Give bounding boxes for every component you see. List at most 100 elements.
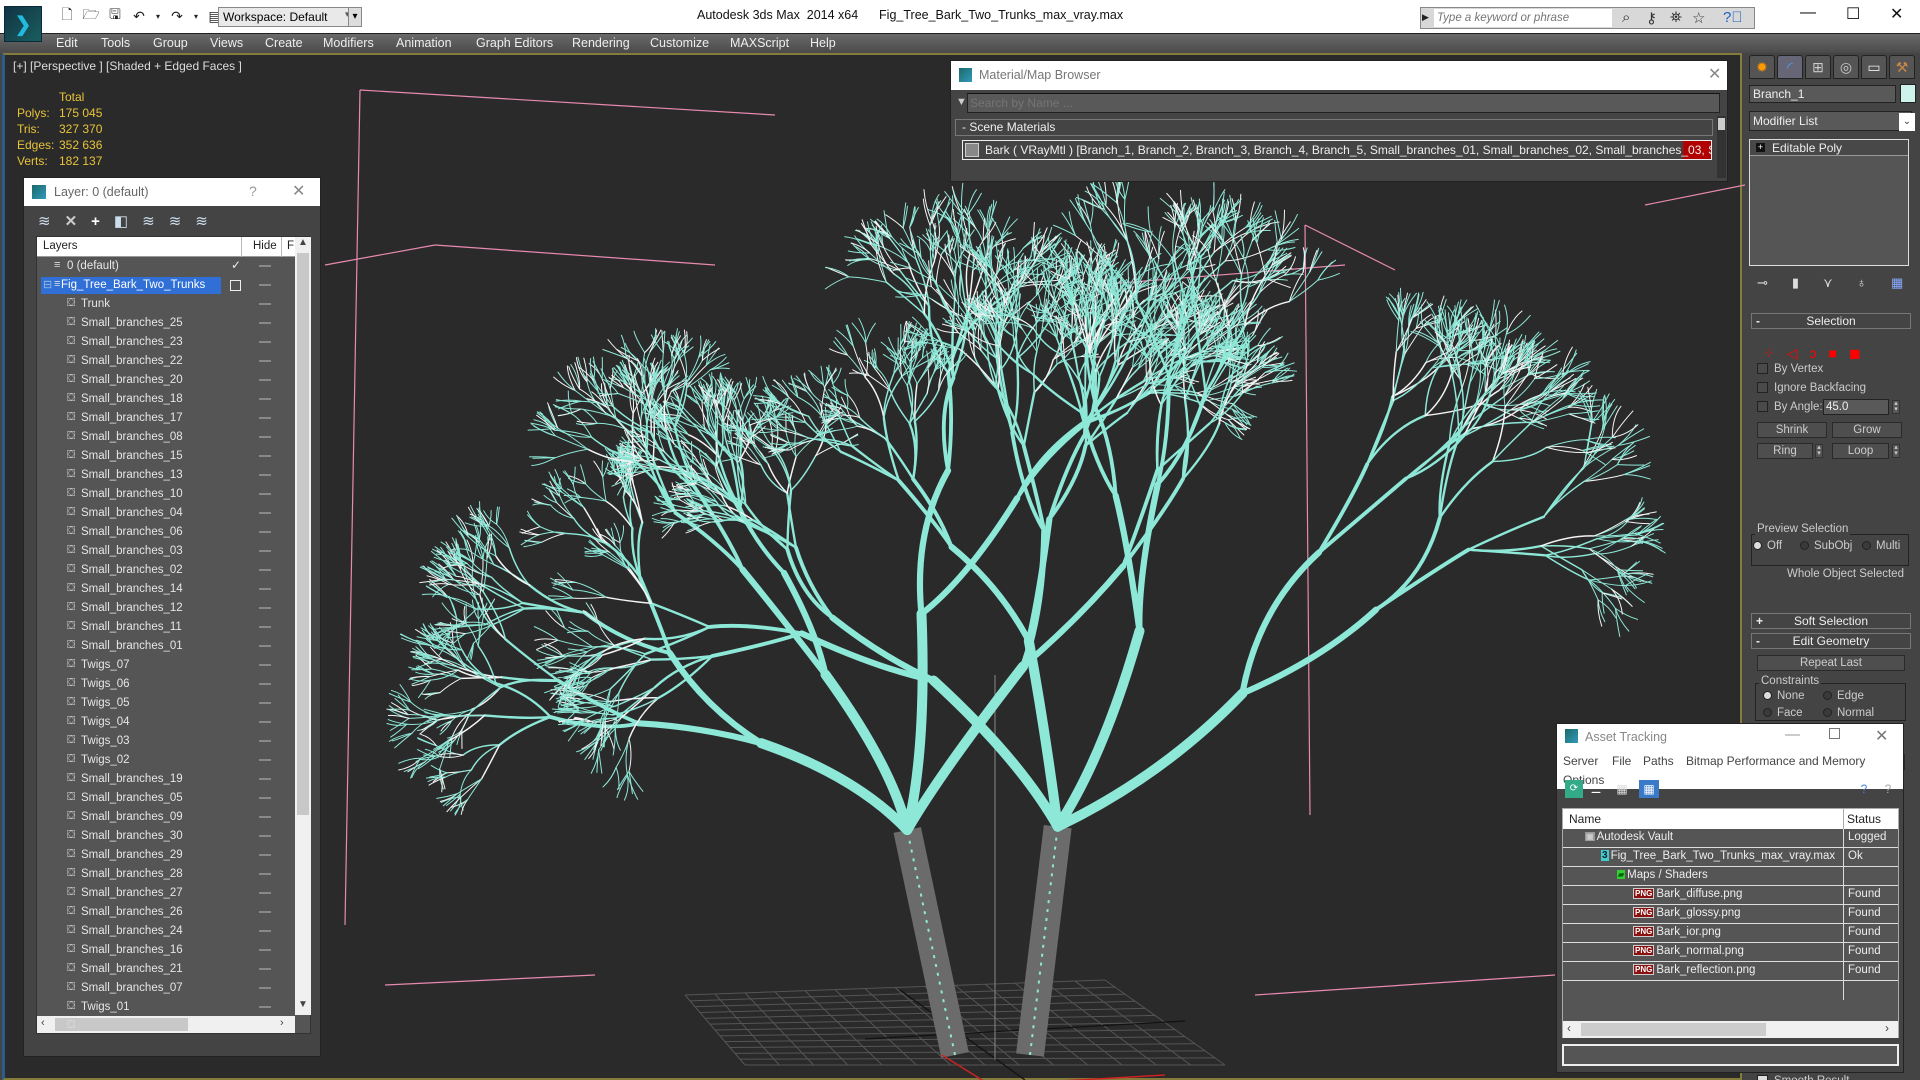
- scroll-right-icon[interactable]: ›: [1885, 1021, 1889, 1035]
- hide-toggle[interactable]: [259, 284, 271, 286]
- by-angle-checkbox[interactable]: By Angle:: [1757, 401, 1823, 413]
- hide-toggle[interactable]: [259, 873, 271, 875]
- remove-modifier-icon[interactable]: ♁: [1857, 275, 1867, 291]
- asset-row[interactable]: ▣ Autodesk Vault Logged: [1563, 829, 1898, 848]
- vertical-scrollbar[interactable]: [1717, 116, 1726, 178]
- customize-toolbar-dropdown[interactable]: ▾: [348, 7, 362, 27]
- hide-toggle[interactable]: [259, 721, 271, 723]
- menu-rendering[interactable]: Rendering: [572, 36, 630, 50]
- layer-object-row[interactable]: ⛋ Small_branches_18: [37, 390, 295, 409]
- column-header-hide[interactable]: Hide: [253, 240, 277, 252]
- scene-materials-group[interactable]: - Scene Materials: [955, 119, 1713, 136]
- object-name-field[interactable]: Branch_1: [1749, 85, 1896, 103]
- hide-toggle[interactable]: [259, 778, 271, 780]
- layer-object-row[interactable]: ⛋ Small_branches_29: [37, 846, 295, 865]
- create-layer-icon[interactable]: ≋: [38, 212, 51, 230]
- maximize-button[interactable]: ☐: [1846, 4, 1860, 24]
- layer-object-row[interactable]: ⛋ Small_branches_11: [37, 618, 295, 637]
- hide-toggle[interactable]: [259, 569, 271, 571]
- scroll-left-icon[interactable]: ‹: [41, 1017, 45, 1029]
- save-icon[interactable]: 🖫: [106, 6, 124, 25]
- layer-object-row[interactable]: ⛋ Small_branches_12: [37, 599, 295, 618]
- layer-panel-titlebar[interactable]: Layer: 0 (default) ? ✕: [24, 178, 320, 206]
- display-tab-icon[interactable]: ▭: [1861, 55, 1887, 79]
- layer-object-row[interactable]: ⛋ Small_branches_20: [37, 371, 295, 390]
- asset-row[interactable]: PNG Bark_normal.png Found: [1563, 943, 1898, 962]
- hide-toggle[interactable]: [259, 987, 271, 989]
- hide-toggle[interactable]: [259, 968, 271, 970]
- menu-edit[interactable]: Edit: [56, 36, 78, 50]
- loop-button[interactable]: Loop: [1832, 443, 1889, 459]
- keyword-search-input[interactable]: [1434, 9, 1612, 27]
- hide-toggle[interactable]: [259, 949, 271, 951]
- layer-object-row[interactable]: ⛋ Small_branches_26: [37, 903, 295, 922]
- menu-bitmap-performance[interactable]: Bitmap Performance and Memory: [1686, 754, 1865, 768]
- material-entry-bark[interactable]: Bark ( VRayMtl ) [Branch_1, Branch_2, Br…: [962, 140, 1712, 160]
- minimize-button[interactable]: —: [1785, 726, 1800, 743]
- menu-views[interactable]: Views: [210, 36, 243, 50]
- hide-toggle[interactable]: [259, 588, 271, 590]
- asset-row[interactable]: PNG Bark_ior.png Found: [1563, 924, 1898, 943]
- scroll-left-icon[interactable]: ‹: [1567, 1021, 1571, 1035]
- constraint-none-radio[interactable]: None: [1763, 690, 1805, 702]
- workspace-select[interactable]: Workspace: Default: [218, 7, 358, 27]
- tree-view-icon[interactable]: ▦: [1613, 780, 1631, 798]
- hide-toggle[interactable]: [259, 816, 271, 818]
- repeat-last-button[interactable]: Repeat Last: [1757, 655, 1905, 671]
- asset-row[interactable]: 3 Fig_Tree_Bark_Two_Trunks_max_vray.max Ok: [1563, 848, 1898, 867]
- layer-object-row[interactable]: ⛋ Twigs_02: [37, 751, 295, 770]
- layer-object-row[interactable]: ⛋ Small_branches_06: [37, 523, 295, 542]
- expand-icon[interactable]: +: [1756, 143, 1765, 152]
- object-color-swatch[interactable]: [1900, 84, 1916, 103]
- layer-object-row[interactable]: ⛋ Small_branches_02: [37, 561, 295, 580]
- layer-object-row[interactable]: ⛋ Small_branches_22: [37, 352, 295, 371]
- hide-toggle[interactable]: [259, 265, 271, 267]
- by-vertex-checkbox[interactable]: By Vertex: [1757, 363, 1823, 375]
- hide-toggle[interactable]: [259, 683, 271, 685]
- hide-toggle[interactable]: [259, 550, 271, 552]
- set-current-layer-toggle[interactable]: [230, 280, 241, 291]
- hide-toggle[interactable]: [259, 740, 271, 742]
- layer-row[interactable]: ⊟ ≡ Fig_Tree_Bark_Two_Trunks: [37, 276, 295, 295]
- highlight-layer-icon[interactable]: ≋: [142, 212, 155, 230]
- vertical-scrollbar[interactable]: ▲ ▼: [295, 237, 311, 1015]
- hide-toggle[interactable]: [259, 512, 271, 514]
- minimize-button[interactable]: —: [1800, 4, 1816, 22]
- material-browser-titlebar[interactable]: Material/Map Browser ✕: [951, 61, 1727, 90]
- hide-toggle[interactable]: [259, 379, 271, 381]
- loop-spinner[interactable]: ▴ ▾: [1892, 444, 1900, 458]
- layer-object-row[interactable]: ⛋ Twigs_06: [37, 675, 295, 694]
- layer-object-row[interactable]: ⛋ Small_branches_14: [37, 580, 295, 599]
- hide-toggle[interactable]: [259, 531, 271, 533]
- layer-object-row[interactable]: ⛋ Small_branches_27: [37, 884, 295, 903]
- modifier-list-dropdown[interactable]: Modifier List ⌄: [1749, 111, 1915, 131]
- create-tab-icon[interactable]: ✹: [1749, 55, 1775, 79]
- new-file-icon[interactable]: 🗋: [58, 6, 76, 25]
- stack-item-editable-poly[interactable]: + Editable Poly: [1750, 140, 1908, 156]
- menu-help[interactable]: Help: [810, 36, 836, 50]
- layer-object-row[interactable]: ⛋ Small_branches_08: [37, 428, 295, 447]
- asset-path-status-field[interactable]: [1562, 1044, 1899, 1066]
- constraint-edge-radio[interactable]: Edge: [1823, 690, 1864, 702]
- layer-object-row[interactable]: ⛋ Small_branches_25: [37, 314, 295, 333]
- menu-file[interactable]: File: [1612, 754, 1631, 768]
- asset-tracking-titlebar[interactable]: Asset Tracking — ✕ Server File Paths Bit…: [1557, 724, 1903, 774]
- soft-selection-rollout-header[interactable]: + Soft Selection: [1751, 613, 1911, 629]
- hide-toggle[interactable]: [259, 1006, 271, 1008]
- ring-button[interactable]: Ring: [1757, 443, 1813, 459]
- asset-row[interactable]: ▰ Maps / Shaders: [1563, 867, 1898, 886]
- hide-toggle[interactable]: [259, 303, 271, 305]
- layer-object-row[interactable]: ⛋ Twigs_04: [37, 713, 295, 732]
- configure-modifier-sets-icon[interactable]: ▦: [1891, 275, 1903, 291]
- layer-row[interactable]: ≡ 0 (default) ✓: [37, 257, 295, 276]
- horizontal-scrollbar[interactable]: ‹ ›: [37, 1016, 295, 1033]
- delete-layer-icon[interactable]: ✕: [65, 212, 78, 230]
- layer-object-row[interactable]: ⛋ Small_branches_07: [37, 979, 295, 998]
- layer-object-row[interactable]: ⛋ Trunk: [37, 295, 295, 314]
- hide-toggle[interactable]: [259, 493, 271, 495]
- layer-object-row[interactable]: ⛋ Twigs_03: [37, 732, 295, 751]
- help-icon[interactable]: ?⃝: [1723, 9, 1743, 26]
- help-query-icon[interactable]: ?: [1855, 780, 1873, 798]
- column-header-freeze[interactable]: F: [287, 240, 294, 252]
- hide-toggle[interactable]: [259, 645, 271, 647]
